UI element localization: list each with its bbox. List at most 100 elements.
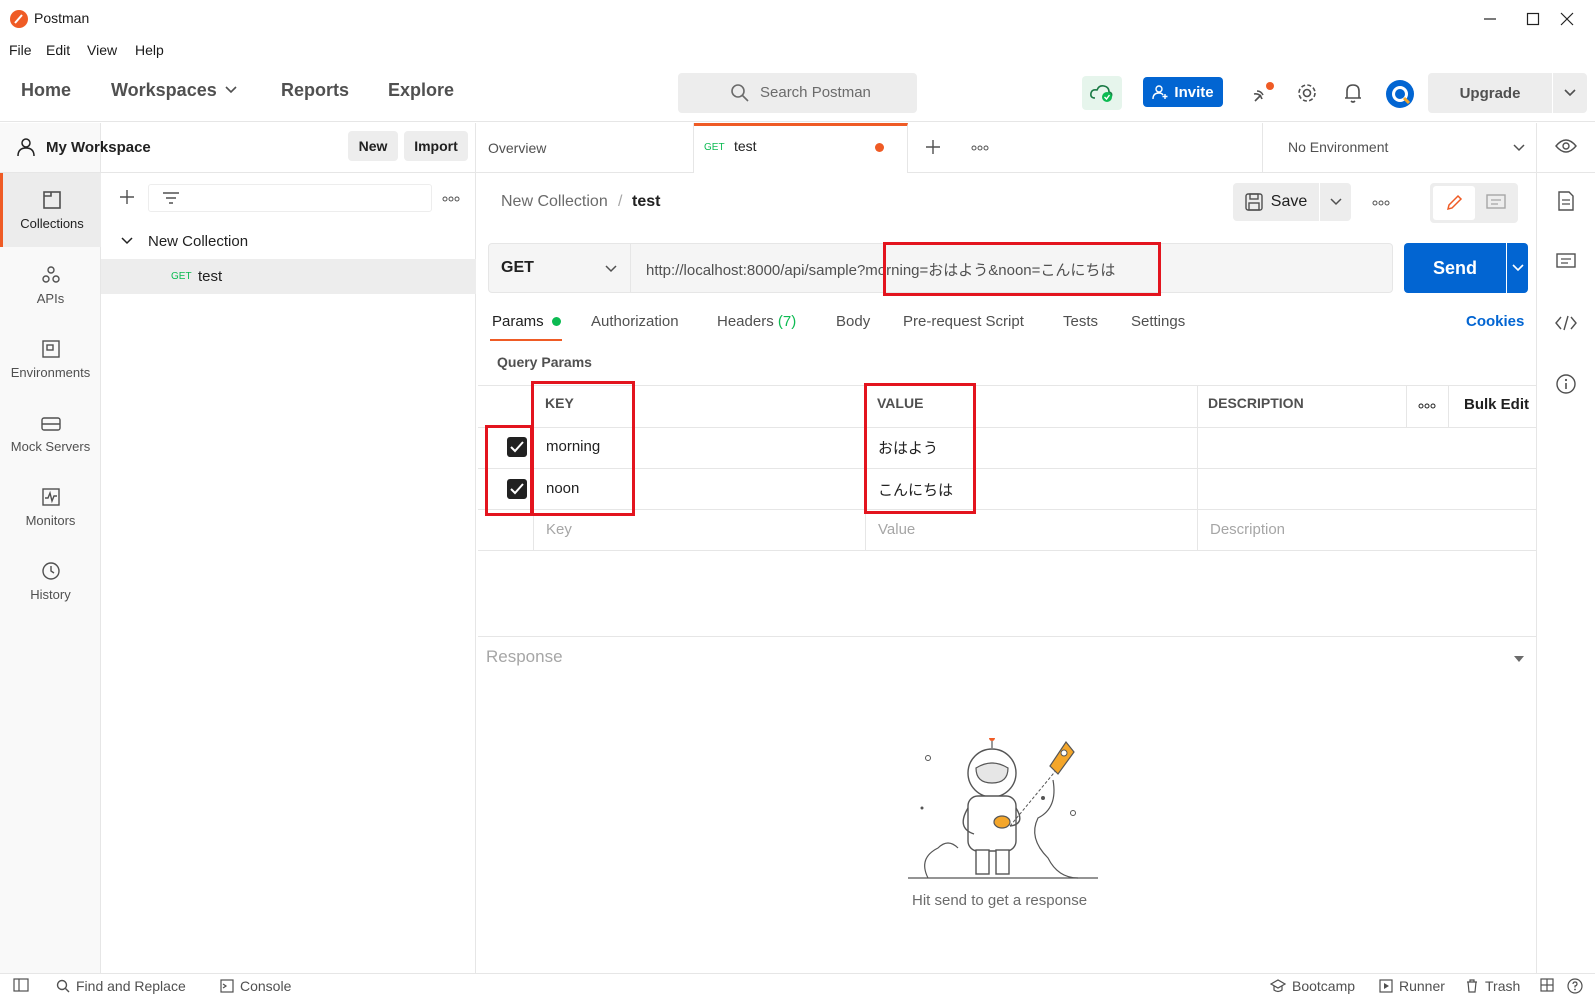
help-button[interactable] (1567, 978, 1583, 994)
tab-overview[interactable]: Overview (476, 123, 694, 173)
highlight-value-column (864, 383, 976, 514)
chevron-down-icon[interactable] (121, 237, 133, 245)
tab-tests[interactable]: Tests (1063, 313, 1098, 330)
upgrade-button[interactable]: Upgrade (1428, 73, 1552, 113)
gear-icon[interactable] (1294, 80, 1320, 106)
bulk-edit-button[interactable]: Bulk Edit (1464, 396, 1529, 413)
menu-file[interactable]: File (9, 42, 32, 58)
column-options-icon[interactable] (1418, 403, 1436, 409)
code-icon[interactable] (1555, 315, 1577, 331)
new-value-input[interactable]: Value (878, 521, 915, 538)
new-key-input[interactable]: Key (546, 521, 572, 538)
caret-down-icon[interactable] (1513, 655, 1525, 663)
method-badge: GET (171, 271, 192, 282)
find-replace-button[interactable]: Find and Replace (56, 978, 186, 994)
tab-prerequest-script[interactable]: Pre-request Script (903, 313, 1024, 330)
breadcrumb-collection[interactable]: New Collection (501, 193, 608, 211)
avatar[interactable] (1385, 79, 1415, 109)
sidebar-item-label: Collections (20, 215, 84, 231)
console-label: Console (240, 978, 292, 994)
nav-home[interactable]: Home (21, 80, 71, 101)
bootcamp-button[interactable]: Bootcamp (1270, 978, 1355, 994)
runner-button[interactable]: Runner (1379, 978, 1445, 994)
title-bar (0, 0, 1595, 38)
sidebar-item-history[interactable]: History (0, 544, 101, 618)
invite-button[interactable]: Invite (1143, 77, 1223, 107)
info-icon[interactable] (1556, 374, 1576, 394)
menu-view[interactable]: View (87, 42, 117, 58)
trash-button[interactable]: Trash (1465, 978, 1520, 994)
unsaved-dot-icon (875, 143, 884, 152)
menu-help[interactable]: Help (135, 42, 164, 58)
sidebar-item-environments[interactable]: Environments (0, 322, 101, 396)
comment-icon[interactable] (1486, 194, 1506, 212)
cloud-check-icon (1090, 85, 1113, 102)
filter-icon (162, 191, 180, 205)
chevron-down-icon (1513, 144, 1525, 152)
request-item[interactable] (101, 259, 476, 294)
toggle-sidebar-button[interactable] (13, 978, 29, 992)
column-description: DESCRIPTION (1208, 395, 1304, 411)
nav-explore[interactable]: Explore (388, 80, 454, 101)
sync-status-button[interactable] (1082, 76, 1122, 110)
nav-workspaces[interactable]: Workspaces (111, 80, 217, 101)
tab-test[interactable]: GET test (694, 123, 908, 173)
send-button[interactable]: Send (1404, 243, 1506, 293)
upgrade-dropdown-button[interactable] (1553, 73, 1587, 113)
sidebar-item-label: Mock Servers (10, 438, 91, 454)
tab-headers[interactable]: Headers (7) (717, 313, 796, 330)
chevron-down-icon (1564, 89, 1576, 97)
workspace-name[interactable]: My Workspace (46, 139, 151, 156)
bell-icon[interactable] (1340, 80, 1366, 106)
highlight-key-column (531, 381, 635, 516)
tab-body[interactable]: Body (836, 313, 870, 330)
request-options-icon[interactable] (1372, 200, 1390, 206)
save-button[interactable]: Save (1233, 183, 1319, 221)
monitor-icon (41, 487, 60, 506)
sidebar-item-mock-servers[interactable]: Mock Servers (0, 396, 101, 470)
edit-mode-button[interactable] (1433, 186, 1475, 220)
table-border (478, 550, 1536, 551)
chevron-down-icon (1329, 198, 1342, 206)
tab-options-icon[interactable] (971, 145, 989, 151)
active-dot-icon (551, 317, 561, 326)
window-title: Postman (34, 10, 90, 26)
new-button[interactable]: New (348, 131, 398, 161)
tab-label: Params (492, 313, 544, 330)
tab-params[interactable]: Params (492, 313, 561, 330)
comments-icon[interactable] (1556, 253, 1576, 271)
satellite-icon[interactable] (1250, 80, 1276, 106)
filter-input[interactable] (148, 184, 432, 212)
console-button[interactable]: Console (220, 978, 291, 994)
send-dropdown-button[interactable] (1507, 243, 1528, 293)
import-button[interactable]: Import (404, 131, 468, 161)
highlight-url-query (883, 242, 1161, 296)
layout-toggle-button[interactable] (1540, 978, 1554, 992)
plus-icon[interactable] (119, 189, 135, 205)
sidebar-item-apis[interactable]: APIs (0, 248, 101, 322)
chevron-down-icon[interactable] (225, 86, 237, 94)
cookies-link[interactable]: Cookies (1466, 313, 1524, 330)
nav-reports[interactable]: Reports (281, 80, 349, 101)
tab-settings[interactable]: Settings (1131, 313, 1185, 330)
save-dropdown-button[interactable] (1320, 183, 1351, 221)
invite-label: Invite (1174, 83, 1214, 101)
environment-selector[interactable]: No Environment (1262, 123, 1552, 173)
search-icon (56, 979, 70, 993)
sidebar-item-monitors[interactable]: Monitors (0, 470, 101, 544)
trash-label: Trash (1485, 978, 1521, 994)
new-tab-plus-icon[interactable] (925, 139, 941, 155)
more-options-icon[interactable] (442, 196, 460, 202)
tab-label: Overview (488, 140, 547, 156)
add-user-icon (1152, 85, 1168, 100)
documentation-icon[interactable] (1557, 191, 1575, 211)
environment-label: No Environment (1288, 139, 1389, 155)
tab-authorization[interactable]: Authorization (591, 313, 679, 330)
menu-edit[interactable]: Edit (46, 42, 70, 58)
sidebar-item-collections[interactable]: Collections (0, 173, 101, 247)
method-select[interactable]: GET (488, 243, 631, 293)
new-description-input[interactable]: Description (1210, 521, 1285, 538)
help-icon (1567, 978, 1583, 994)
close-window-button[interactable] (1539, 0, 1595, 38)
search-icon (730, 83, 750, 103)
